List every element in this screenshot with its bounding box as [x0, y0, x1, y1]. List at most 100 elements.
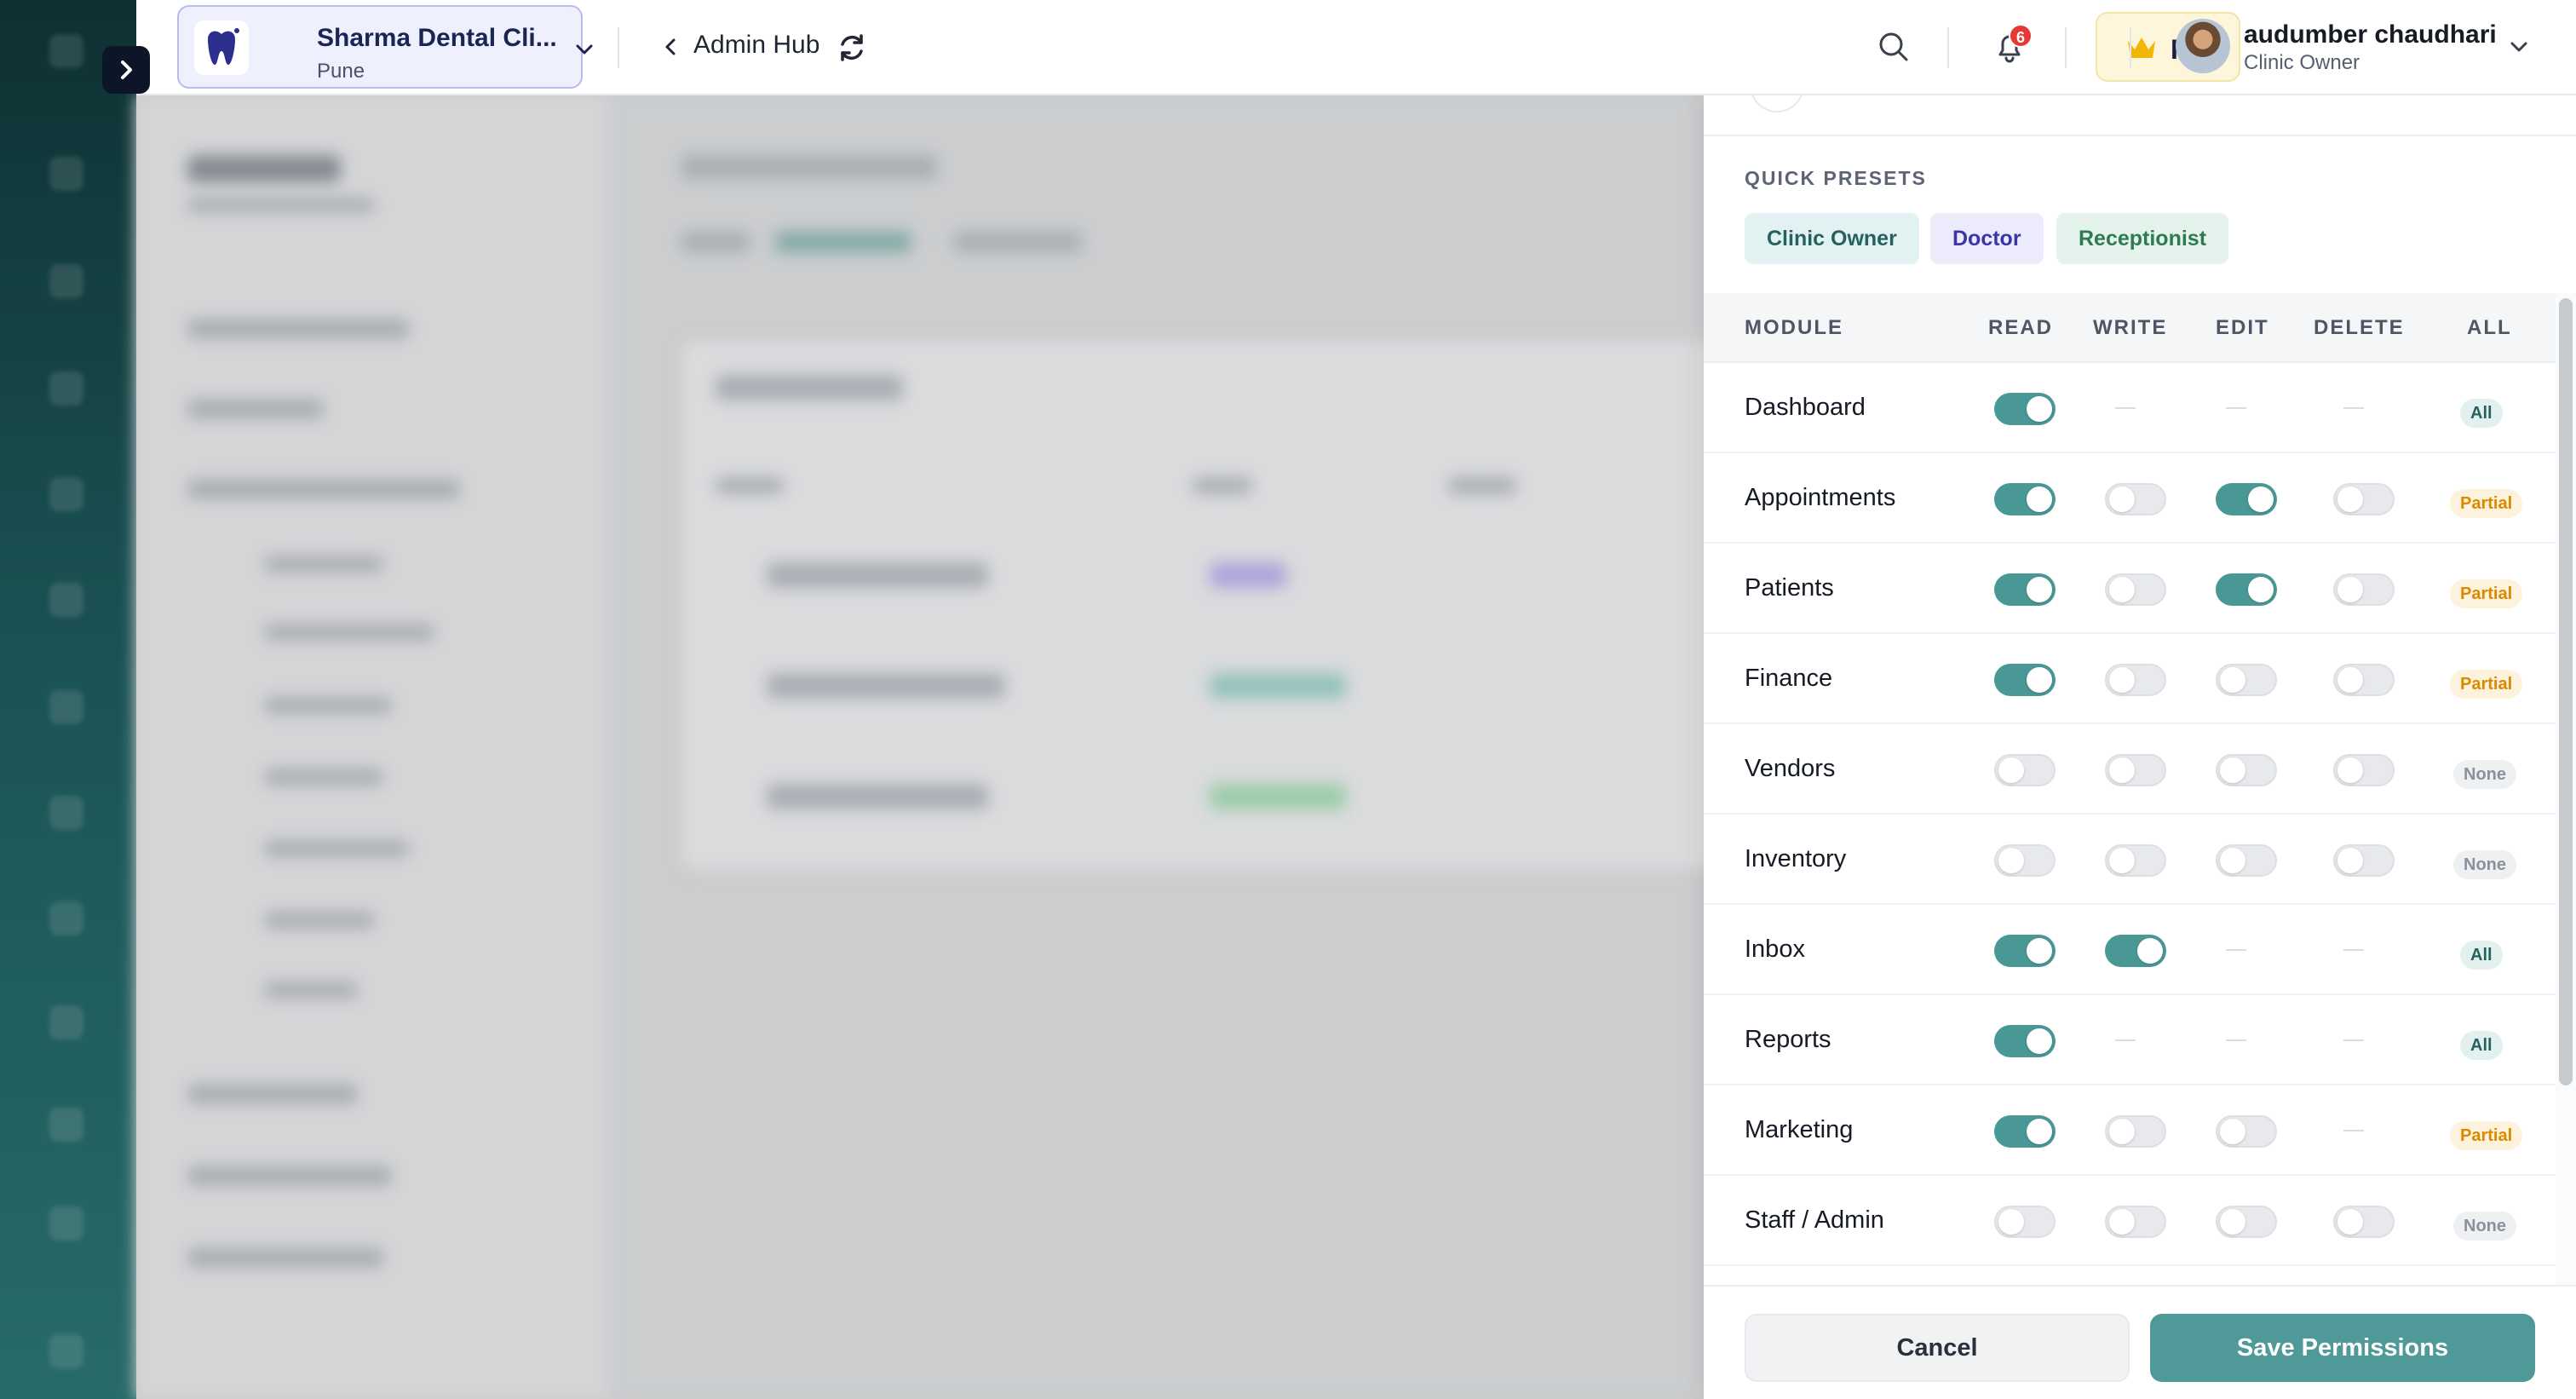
back-label: Admin Hub — [693, 31, 820, 59]
access-level-badge: None — [2453, 760, 2516, 789]
tooth-icon — [208, 28, 239, 65]
access-level-badge: All — [2460, 941, 2503, 970]
delete-toggle[interactable] — [2333, 754, 2395, 786]
module-name: Marketing — [1745, 1116, 1854, 1143]
write-toggle[interactable] — [2105, 573, 2166, 606]
read-toggle[interactable] — [1994, 573, 2056, 606]
avatar — [2176, 19, 2230, 73]
edit-toggle[interactable] — [2216, 573, 2277, 606]
top-header: Sharma Dental Cli... Pune Admin Hub 6 Pr… — [136, 0, 2576, 95]
permission-row: Inventory None — [1704, 815, 2556, 905]
column-header-all: ALL — [2467, 316, 2512, 339]
permission-row: Marketing Partial — [1704, 1085, 2556, 1176]
header-divider — [2065, 27, 2067, 68]
header-divider — [1947, 27, 1949, 68]
chevron-down-icon — [2510, 42, 2527, 52]
module-name: Patients — [1745, 574, 1834, 602]
write-toggle[interactable] — [2105, 844, 2166, 877]
edit-toggle[interactable] — [2216, 754, 2277, 786]
delete-not-applicable — [2343, 407, 2364, 409]
delete-not-applicable — [2343, 949, 2364, 951]
refresh-icon[interactable] — [835, 31, 869, 65]
write-not-applicable — [2115, 1039, 2136, 1041]
write-not-applicable — [2115, 407, 2136, 409]
clinic-city: Pune — [317, 60, 365, 83]
edit-toggle[interactable] — [2216, 483, 2277, 515]
clinic-switcher[interactable]: Sharma Dental Cli... Pune — [177, 5, 593, 89]
read-toggle[interactable] — [1994, 483, 2056, 515]
column-header-edit: EDIT — [2216, 316, 2269, 339]
permission-row: Dashboard All — [1704, 363, 2556, 453]
delete-toggle[interactable] — [2333, 483, 2395, 515]
preset-doctor[interactable]: Doctor — [1930, 213, 2044, 264]
modal-overlay[interactable] — [0, 0, 1704, 1399]
read-toggle[interactable] — [1994, 1025, 2056, 1057]
column-header-delete: DELETE — [2314, 316, 2405, 339]
permission-row: Patients Partial — [1704, 544, 2556, 634]
module-name: Vendors — [1745, 755, 1836, 782]
access-level-badge: Partial — [2450, 670, 2523, 699]
clinic-name: Sharma Dental Cli... — [317, 24, 557, 52]
write-toggle[interactable] — [2105, 1115, 2166, 1148]
permission-row: Appointments Partial — [1704, 453, 2556, 544]
access-level-badge: Partial — [2450, 579, 2523, 608]
permission-row: Reports All — [1704, 995, 2556, 1085]
read-toggle[interactable] — [1994, 664, 2056, 696]
rail-expand-button[interactable] — [102, 46, 150, 94]
read-toggle[interactable] — [1994, 1115, 2056, 1148]
module-name: Inventory — [1745, 845, 1847, 872]
read-toggle[interactable] — [1994, 393, 2056, 425]
edit-toggle[interactable] — [2216, 1115, 2277, 1148]
preset-clinic-owner[interactable]: Clinic Owner — [1745, 213, 1919, 264]
edit-not-applicable — [2226, 1039, 2246, 1041]
edit-toggle[interactable] — [2216, 844, 2277, 877]
drawer-scrollbar-thumb[interactable] — [2559, 298, 2573, 1085]
search-icon[interactable] — [1876, 29, 1912, 65]
access-level-badge: None — [2453, 850, 2516, 879]
module-name: Finance — [1745, 665, 1833, 692]
write-toggle[interactable] — [2105, 664, 2166, 696]
chevron-down-icon — [576, 44, 593, 55]
delete-not-applicable — [2343, 1130, 2364, 1131]
column-header-read: READ — [1988, 316, 2054, 339]
drawer-footer: Cancel Save Permissions — [1704, 1285, 2576, 1399]
read-toggle[interactable] — [1994, 935, 2056, 967]
delete-toggle[interactable] — [2333, 844, 2395, 877]
clinic-logo — [194, 20, 249, 75]
module-name: Staff / Admin — [1745, 1206, 1884, 1234]
edit-not-applicable — [2226, 407, 2246, 409]
save-permissions-button[interactable]: Save Permissions — [2150, 1314, 2535, 1382]
permission-row: Inbox All — [1704, 905, 2556, 995]
delete-toggle[interactable] — [2333, 664, 2395, 696]
module-name: Appointments — [1745, 484, 1896, 511]
permission-row: Finance Partial — [1704, 634, 2556, 724]
read-toggle[interactable] — [1994, 844, 2056, 877]
delete-not-applicable — [2343, 1039, 2364, 1041]
drawer-header-edge — [1704, 95, 2576, 136]
write-toggle[interactable] — [2105, 483, 2166, 515]
header-divider — [2130, 27, 2131, 68]
write-toggle[interactable] — [2105, 754, 2166, 786]
access-level-badge: Partial — [2450, 489, 2523, 518]
delete-toggle[interactable] — [2333, 573, 2395, 606]
edit-toggle[interactable] — [2216, 664, 2277, 696]
column-header-write: WRITE — [2093, 316, 2168, 339]
edit-toggle[interactable] — [2216, 1206, 2277, 1238]
chevron-right-icon — [121, 60, 132, 79]
read-toggle[interactable] — [1994, 1206, 2056, 1238]
user-role: Clinic Owner — [2244, 51, 2360, 74]
write-toggle[interactable] — [2105, 935, 2166, 967]
user-name: audumber chaudhari — [2244, 20, 2497, 49]
read-toggle[interactable] — [1994, 754, 2056, 786]
preset-receptionist[interactable]: Receptionist — [2056, 213, 2229, 264]
write-toggle[interactable] — [2105, 1206, 2166, 1238]
permissions-table-header: MODULE READ WRITE EDIT DELETE ALL — [1704, 293, 2556, 363]
header-divider — [618, 27, 619, 68]
access-level-badge: None — [2453, 1212, 2516, 1241]
quick-presets-title: QUICK PRESETS — [1745, 167, 1927, 189]
delete-toggle[interactable] — [2333, 1206, 2395, 1238]
module-name: Reports — [1745, 1026, 1831, 1053]
access-level-badge: Partial — [2450, 1121, 2523, 1150]
cancel-button[interactable]: Cancel — [1745, 1314, 2130, 1382]
chevron-left-icon — [665, 38, 676, 55]
